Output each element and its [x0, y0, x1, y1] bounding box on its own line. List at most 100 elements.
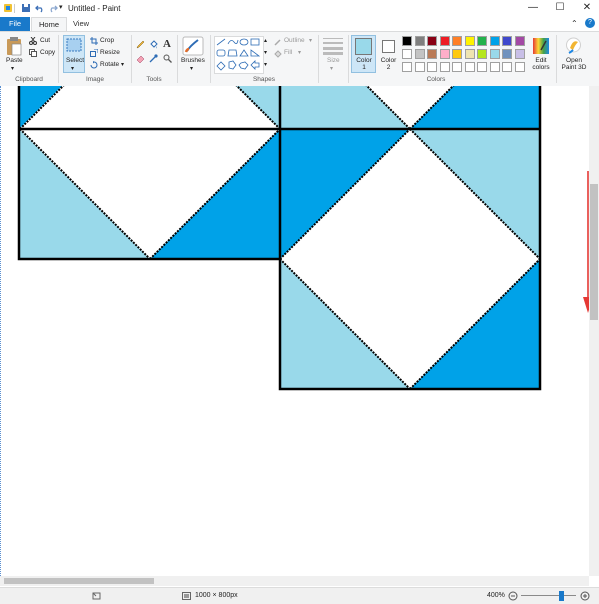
shapes-gallery[interactable] — [214, 36, 264, 74]
brushes-dropdown-icon[interactable]: ▾ — [190, 65, 193, 72]
fill-button[interactable]: Fill — [284, 49, 292, 56]
rotate-icon[interactable] — [90, 61, 98, 69]
canvas-area[interactable] — [0, 86, 589, 576]
size-dropdown-icon[interactable]: ▾ — [330, 65, 333, 72]
zoom-in-icon[interactable] — [580, 591, 590, 601]
palette-swatch[interactable] — [464, 36, 475, 46]
vertical-scrollbar[interactable] — [589, 86, 599, 576]
paint-app-icon — [4, 4, 12, 12]
crop-button[interactable]: Crop — [100, 37, 114, 44]
palette-swatch[interactable] — [427, 49, 437, 59]
shapes-more-icon[interactable]: ▾ — [264, 61, 267, 68]
size-button[interactable]: Size — [327, 57, 340, 64]
shapes-scroll-down-icon[interactable]: ▾ — [264, 49, 267, 56]
brushes-button[interactable]: Brushes — [181, 57, 205, 64]
palette-empty-slot[interactable] — [514, 62, 525, 72]
help-icon[interactable]: ? — [585, 18, 595, 28]
palette-empty-slot[interactable] — [402, 62, 412, 72]
palette-swatch[interactable] — [402, 49, 412, 59]
magnifier-icon[interactable] — [163, 54, 172, 63]
brushes-icon[interactable] — [182, 36, 204, 56]
fill-bucket-icon[interactable] — [149, 40, 158, 49]
palette-swatch[interactable] — [427, 36, 437, 46]
copy-icon[interactable] — [29, 49, 37, 57]
palette-swatch[interactable] — [514, 36, 525, 46]
palette-swatch[interactable] — [452, 49, 462, 59]
palette-swatch[interactable] — [452, 36, 462, 46]
palette-swatch[interactable] — [464, 49, 475, 59]
close-button[interactable]: ✕ — [580, 2, 594, 14]
redo-icon[interactable] — [48, 3, 58, 13]
maximize-button[interactable]: ☐ — [553, 2, 567, 14]
zoom-slider-track[interactable] — [521, 595, 576, 596]
horizontal-scroll-thumb[interactable] — [4, 578, 154, 584]
outline-button[interactable]: Outline — [284, 37, 305, 44]
vertical-scroll-thumb[interactable] — [590, 184, 598, 320]
zoom-out-icon[interactable] — [508, 591, 518, 601]
horizontal-scrollbar[interactable] — [0, 576, 589, 586]
palette-empty-slot[interactable] — [439, 62, 450, 72]
color2-label[interactable]: Color 2 — [379, 57, 398, 71]
paste-icon[interactable] — [6, 36, 22, 56]
pencil-icon[interactable] — [136, 40, 145, 49]
eraser-icon[interactable] — [136, 54, 145, 63]
outline-dropdown-icon[interactable]: ▾ — [309, 37, 312, 44]
cut-icon[interactable] — [29, 37, 37, 45]
palette-swatch[interactable] — [489, 49, 500, 59]
edit-colors-icon[interactable] — [532, 37, 550, 55]
title-separator — [14, 4, 15, 13]
paste-button[interactable]: Paste — [6, 57, 23, 64]
tab-view[interactable]: View — [68, 17, 94, 31]
shapes-group-label: Shapes — [252, 76, 276, 83]
palette-swatch[interactable] — [414, 49, 425, 59]
tab-file[interactable]: File — [0, 17, 30, 31]
shapes-scroll-up-icon[interactable]: ▴ — [264, 37, 267, 44]
palette-swatch[interactable] — [477, 49, 487, 59]
tab-home[interactable]: Home — [31, 17, 67, 32]
palette-empty-slot[interactable] — [489, 62, 500, 72]
palette-swatch[interactable] — [477, 36, 487, 46]
palette-empty-slot[interactable] — [477, 62, 487, 72]
canvas-drawing[interactable] — [0, 86, 589, 576]
color1-swatch — [355, 38, 372, 55]
rotate-dropdown-icon[interactable]: ▾ — [121, 61, 124, 68]
status-bar: 1000 × 800px 400% — [0, 587, 599, 604]
palette-empty-slot[interactable] — [452, 62, 462, 72]
resize-icon[interactable] — [90, 49, 98, 57]
palette-swatch[interactable] — [514, 49, 525, 59]
palette-swatch[interactable] — [489, 36, 500, 46]
palette-empty-slot[interactable] — [502, 62, 512, 72]
palette-swatch[interactable] — [414, 36, 425, 46]
palette-swatch[interactable] — [502, 36, 512, 46]
select-dropdown-icon[interactable]: ▾ — [71, 65, 74, 72]
tools-group-label: Tools — [146, 76, 162, 83]
palette-empty-slot[interactable] — [464, 62, 475, 72]
color2-swatch[interactable] — [382, 40, 395, 53]
palette-swatch[interactable] — [439, 36, 450, 46]
minimize-button[interactable]: — — [526, 2, 540, 14]
art-fill-lb-2 — [280, 86, 410, 129]
collapse-ribbon-icon[interactable]: ⌃ — [571, 19, 578, 28]
undo-icon[interactable] — [35, 3, 45, 13]
canvas-dimensions: 1000 × 800px — [195, 592, 238, 599]
zoom-slider-thumb[interactable] — [558, 591, 564, 601]
resize-button[interactable]: Resize — [100, 49, 120, 56]
palette-swatch[interactable] — [439, 49, 450, 59]
art-fill-blue-2 — [410, 86, 540, 129]
save-icon[interactable] — [21, 3, 31, 13]
copy-button[interactable]: Copy — [40, 49, 55, 56]
title-bar: ▾ Untitled - Paint — ☐ ✕ — [0, 0, 599, 17]
crop-icon[interactable] — [90, 37, 98, 45]
paint3d-icon[interactable] — [565, 37, 582, 55]
color-picker-icon[interactable] — [149, 54, 158, 63]
paste-dropdown-icon[interactable]: ▾ — [11, 65, 14, 72]
fill-dropdown-icon[interactable]: ▾ — [298, 49, 301, 56]
size-icon[interactable] — [323, 37, 343, 55]
palette-swatch[interactable] — [502, 49, 512, 59]
cut-button[interactable]: Cut — [40, 37, 50, 44]
palette-swatch[interactable] — [402, 36, 412, 46]
rotate-button[interactable]: Rotate — [100, 61, 119, 68]
text-icon[interactable]: A — [163, 38, 171, 50]
palette-empty-slot[interactable] — [414, 62, 425, 72]
palette-empty-slot[interactable] — [427, 62, 437, 72]
